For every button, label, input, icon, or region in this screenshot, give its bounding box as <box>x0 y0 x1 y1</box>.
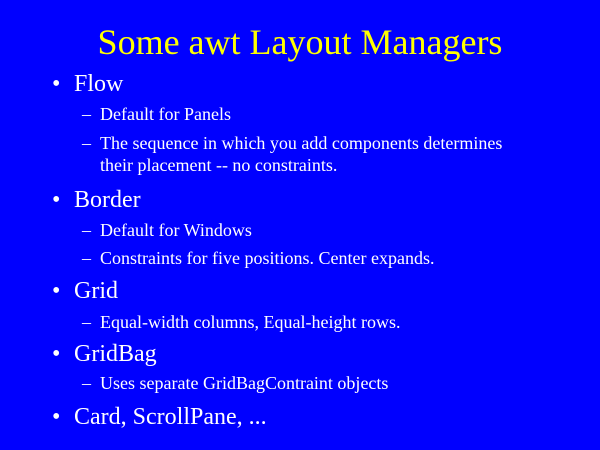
bullet-item-flow: • Flow <box>52 70 123 98</box>
slide-title: Some awt Layout Managers <box>97 22 503 62</box>
bullet-item-gridbag: • GridBag <box>52 340 157 368</box>
dash-icon: – <box>82 133 91 153</box>
bullet-item-border: • Border <box>52 186 141 214</box>
sub-bullet-item: – The sequence in which you add component… <box>82 132 502 176</box>
bullet-icon: • <box>52 71 61 97</box>
bullet-label: GridBag <box>74 341 157 367</box>
bullet-icon: • <box>52 341 61 367</box>
dash-icon: – <box>82 248 91 268</box>
bullet-item-card-scrollpane: • Card, ScrollPane, ... <box>52 403 267 431</box>
bullet-icon: • <box>52 404 61 430</box>
bullet-label: Border <box>74 187 141 213</box>
sub-bullet-text: The sequence in which you add components… <box>100 133 503 153</box>
dash-icon: – <box>82 220 91 240</box>
bullet-icon: • <box>52 278 61 304</box>
sub-bullet-text: Default for Windows <box>100 220 252 240</box>
sub-bullet-text: Uses separate GridBagContraint objects <box>100 373 389 393</box>
bullet-label: Flow <box>74 71 124 97</box>
sub-bullet-item: – Equal-width columns, Equal-height rows. <box>82 311 400 333</box>
sub-bullet-item: – Constraints for five positions. Center … <box>82 247 434 269</box>
bullet-icon: • <box>52 187 61 213</box>
sub-bullet-text: Equal-width columns, Equal-height rows. <box>100 312 401 332</box>
slide: Some awt Layout Managers • Flow – Default … <box>0 0 600 450</box>
sub-bullet-item: – Default for Windows <box>82 219 252 241</box>
sub-bullet-text: Default for Panels <box>100 104 231 124</box>
sub-bullet-text: Constraints for five positions. Center e… <box>100 248 435 268</box>
dash-icon: – <box>82 373 91 393</box>
sub-bullet-item: – Default for Panels <box>82 103 231 125</box>
bullet-label: Card, ScrollPane, ... <box>74 404 267 430</box>
dash-icon: – <box>82 312 91 332</box>
dash-icon: – <box>82 104 91 124</box>
bullet-label: Grid <box>74 278 118 304</box>
sub-bullet-continuation: their placement -- no constraints. <box>100 155 338 175</box>
sub-bullet-item: – Uses separate GridBagContraint objects <box>82 372 388 394</box>
bullet-item-grid: • Grid <box>52 277 118 305</box>
